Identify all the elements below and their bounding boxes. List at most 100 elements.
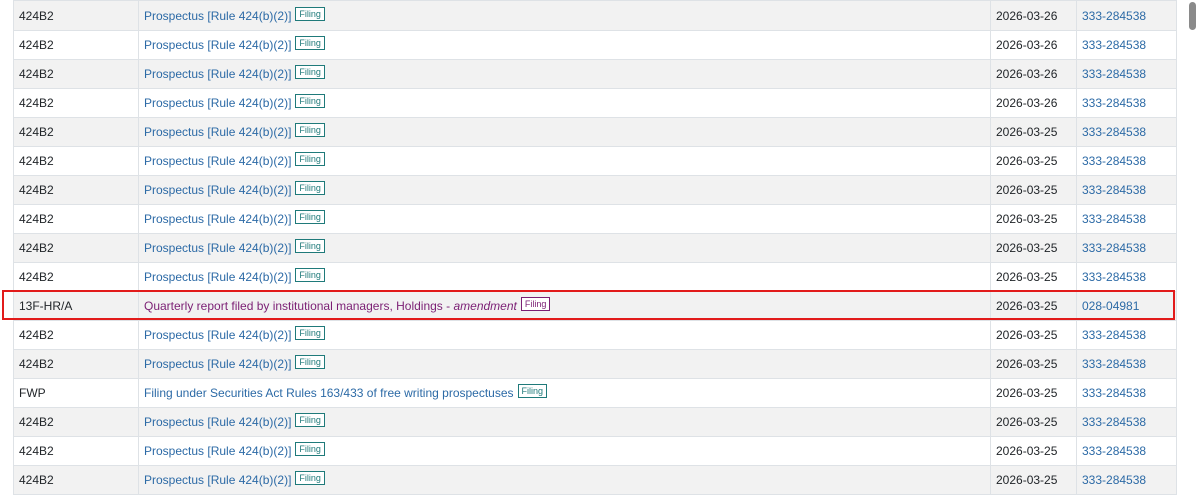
description-text: Prospectus [Rule 424(b)(2)]	[144, 415, 292, 430]
description-text: Filing under Securities Act Rules 163/43…	[144, 386, 514, 401]
filing-date-cell: 2026-03-26	[990, 59, 1077, 89]
table-row: 424B2 Prospectus [Rule 424(b)(2)] Filing …	[13, 175, 1177, 205]
description-link[interactable]: Prospectus [Rule 424(b)(2)]	[144, 125, 291, 139]
form-type: 424B2	[19, 183, 54, 197]
filing-badge[interactable]: Filing	[295, 268, 325, 283]
form-type: 424B2	[19, 96, 54, 110]
file-number-link[interactable]: 333-284538	[1082, 96, 1146, 110]
scrollbar-thumb[interactable]	[1189, 2, 1196, 30]
table-row: 424B2 Prospectus [Rule 424(b)(2)] Filing …	[13, 59, 1177, 89]
description-text: Prospectus [Rule 424(b)(2)]	[144, 125, 292, 140]
table-row: 424B2 Prospectus [Rule 424(b)(2)] Filing …	[13, 436, 1177, 466]
description-text: Prospectus [Rule 424(b)(2)]	[144, 38, 292, 53]
filing-date-cell: 2026-03-25	[990, 262, 1077, 292]
filing-badge[interactable]: Filing	[295, 152, 325, 167]
description-text: Prospectus [Rule 424(b)(2)]	[144, 270, 292, 285]
filing-date: 2026-03-26	[996, 8, 1058, 23]
description-link[interactable]: Prospectus [Rule 424(b)(2)]	[144, 328, 291, 342]
file-number-cell: 333-284538	[1076, 204, 1177, 234]
file-number-link[interactable]: 333-284538	[1082, 357, 1146, 371]
file-number-cell: 333-284538	[1076, 349, 1177, 379]
description-link[interactable]: Prospectus [Rule 424(b)(2)]	[144, 473, 291, 487]
file-number-link[interactable]: 333-284538	[1082, 241, 1146, 255]
description-link[interactable]: Prospectus [Rule 424(b)(2)]	[144, 96, 291, 110]
form-type-cell: 424B2	[13, 320, 139, 350]
description-link[interactable]: Prospectus [Rule 424(b)(2)]	[144, 241, 291, 255]
filing-badge[interactable]: Filing	[295, 413, 325, 428]
filing-badge[interactable]: Filing	[295, 181, 325, 196]
filing-badge[interactable]: Filing	[295, 6, 325, 21]
file-number-link[interactable]: 333-284538	[1082, 183, 1146, 197]
file-number-link[interactable]: 333-284538	[1082, 328, 1146, 342]
filing-badge[interactable]: Filing	[295, 442, 325, 457]
description-link[interactable]: Prospectus [Rule 424(b)(2)]	[144, 9, 291, 23]
description-link[interactable]: Prospectus [Rule 424(b)(2)]	[144, 212, 291, 226]
filing-badge[interactable]: Filing	[295, 326, 325, 341]
filing-date: 2026-03-26	[996, 67, 1058, 81]
filing-badge[interactable]: Filing	[295, 36, 325, 51]
form-type-cell: 424B2	[13, 436, 139, 466]
filing-badge[interactable]: Filing	[295, 65, 325, 80]
file-number-link[interactable]: 333-284538	[1082, 67, 1146, 81]
file-number-link[interactable]: 028-04981	[1082, 299, 1139, 313]
file-number-link[interactable]: 333-284538	[1082, 386, 1146, 400]
form-type-cell: 13F-HR/A	[13, 291, 139, 321]
filing-date-cell: 2026-03-25	[990, 349, 1077, 379]
file-number-link[interactable]: 333-284538	[1082, 125, 1146, 139]
description-text: Prospectus [Rule 424(b)(2)]	[144, 183, 292, 198]
description-link[interactable]: Filing under Securities Act Rules 163/43…	[144, 386, 514, 400]
file-number-cell: 333-284538	[1076, 59, 1177, 89]
table-row: 424B2 Prospectus [Rule 424(b)(2)] Filing …	[13, 320, 1177, 350]
description-link[interactable]: Prospectus [Rule 424(b)(2)]	[144, 444, 291, 458]
description-link[interactable]: Prospectus [Rule 424(b)(2)]	[144, 270, 291, 284]
description-link[interactable]: Prospectus [Rule 424(b)(2)]	[144, 415, 291, 429]
vertical-scrollbar[interactable]	[1185, 0, 1199, 497]
filing-date-cell: 2026-03-25	[990, 407, 1077, 437]
filing-date-cell: 2026-03-25	[990, 175, 1077, 205]
form-type-cell: 424B2	[13, 204, 139, 234]
filing-badge[interactable]: Filing	[295, 123, 325, 138]
file-number-cell: 333-284538	[1076, 0, 1177, 31]
file-number-cell: 333-284538	[1076, 117, 1177, 147]
form-type-cell: 424B2	[13, 30, 139, 60]
description-link[interactable]: Prospectus [Rule 424(b)(2)]	[144, 183, 291, 197]
form-type: FWP	[19, 386, 46, 400]
filing-date: 2026-03-25	[996, 241, 1058, 255]
description-cell: Prospectus [Rule 424(b)(2)] Filing	[138, 0, 991, 31]
filing-badge[interactable]: Filing	[295, 471, 325, 486]
description-link[interactable]: Prospectus [Rule 424(b)(2)]	[144, 38, 291, 52]
file-number-link[interactable]: 333-284538	[1082, 154, 1146, 168]
description-link[interactable]: Prospectus [Rule 424(b)(2)]	[144, 357, 291, 371]
file-number-link[interactable]: 333-284538	[1082, 212, 1146, 226]
filings-table-body: 424B2 Prospectus [Rule 424(b)(2)] Filing …	[13, 0, 1177, 495]
file-number-link[interactable]: 333-284538	[1082, 38, 1146, 52]
file-number-link[interactable]: 333-284538	[1082, 9, 1146, 23]
file-number-link[interactable]: 333-284538	[1082, 415, 1146, 429]
form-type: 424B2	[19, 415, 54, 429]
table-row: 13F-HR/A Quarterly report filed by insti…	[13, 291, 1177, 321]
table-row: 424B2 Prospectus [Rule 424(b)(2)] Filing …	[13, 146, 1177, 176]
file-number-link[interactable]: 333-284538	[1082, 444, 1146, 458]
description-link[interactable]: Prospectus [Rule 424(b)(2)]	[144, 67, 291, 81]
filing-badge[interactable]: Filing	[295, 239, 325, 254]
filing-badge[interactable]: Filing	[295, 210, 325, 225]
table-row: 424B2 Prospectus [Rule 424(b)(2)] Filing …	[13, 88, 1177, 118]
form-type: 424B2	[19, 270, 54, 284]
description-link[interactable]: Prospectus [Rule 424(b)(2)]	[144, 154, 291, 168]
description-text: Quarterly report filed by institutional …	[144, 299, 454, 314]
filing-date: 2026-03-25	[996, 473, 1058, 487]
table-row: 424B2 Prospectus [Rule 424(b)(2)] Filing …	[13, 407, 1177, 437]
description-link[interactable]: Quarterly report filed by institutional …	[144, 299, 517, 313]
file-number-link[interactable]: 333-284538	[1082, 270, 1146, 284]
file-number-cell: 028-04981	[1076, 291, 1177, 321]
filing-badge[interactable]: Filing	[517, 384, 548, 399]
filing-badge[interactable]: Filing	[295, 355, 325, 370]
form-type: 424B2	[19, 357, 54, 371]
form-type: 424B2	[19, 473, 54, 487]
filing-badge[interactable]: Filing	[295, 94, 325, 109]
form-type-cell: 424B2	[13, 117, 139, 147]
filing-date-cell: 2026-03-25	[990, 117, 1077, 147]
filing-badge[interactable]: Filing	[520, 297, 551, 312]
filings-table-container: 424B2 Prospectus [Rule 424(b)(2)] Filing …	[13, 0, 1177, 495]
file-number-link[interactable]: 333-284538	[1082, 473, 1146, 487]
